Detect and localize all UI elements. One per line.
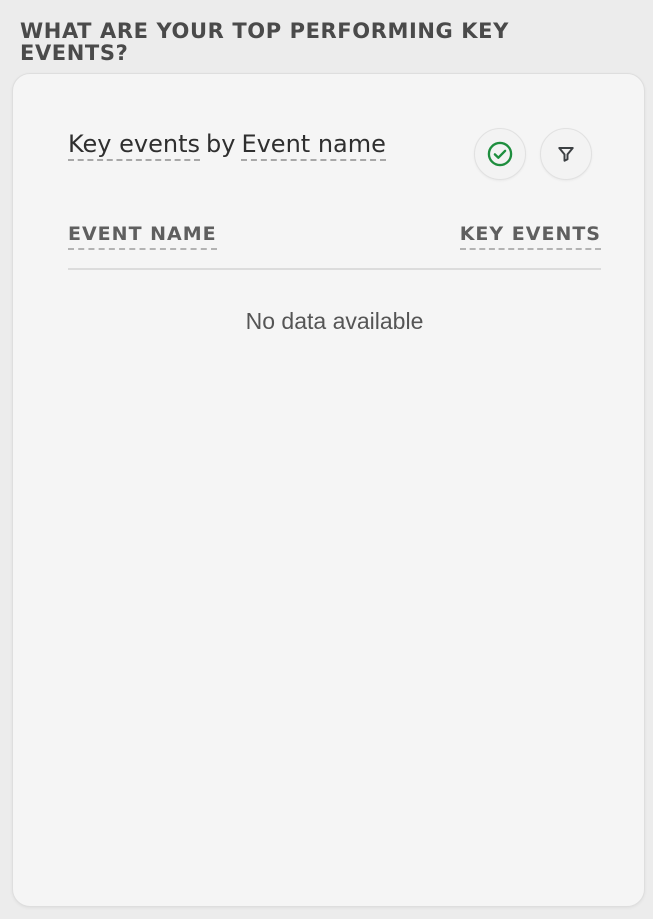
empty-state-message: No data available	[245, 308, 424, 334]
check-circle-icon	[487, 141, 513, 167]
key-events-card: Key events by Event name EVENT NAME KEY EV…	[12, 73, 645, 907]
filter-button[interactable]	[540, 128, 592, 180]
dimension-selector[interactable]: Event name	[241, 130, 386, 161]
table-header: EVENT NAME KEY EVENTS	[68, 220, 601, 270]
title-connector: by	[206, 130, 236, 158]
compare-button[interactable]	[474, 128, 526, 180]
metric-selector[interactable]: Key events	[68, 130, 200, 161]
card-title: Key events by Event name	[68, 128, 386, 161]
column-header-key-events[interactable]: KEY EVENTS	[459, 220, 601, 250]
filter-icon	[558, 147, 574, 162]
section-heading: WHAT ARE YOUR TOP PERFORMING KEY EVENTS?	[20, 19, 509, 65]
column-header-event-name[interactable]: EVENT NAME	[68, 220, 217, 250]
